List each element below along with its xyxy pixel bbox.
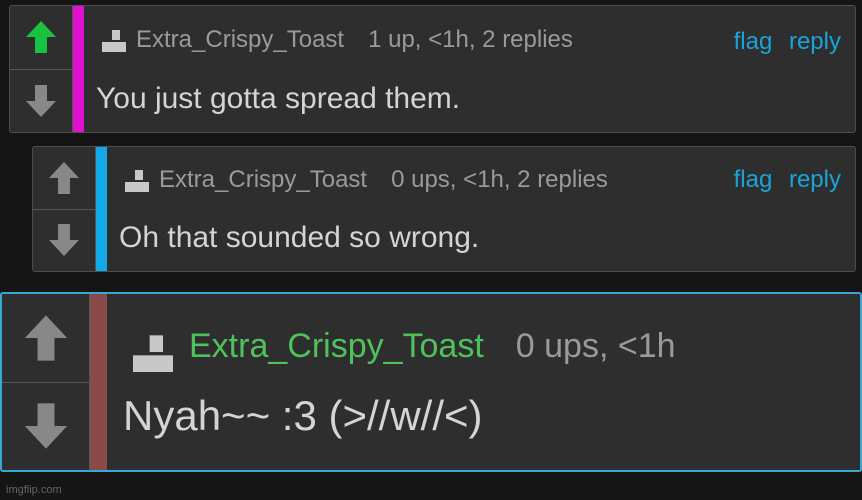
arrow-up-icon (49, 161, 79, 194)
arrow-down-icon (49, 224, 79, 257)
arrow-up-icon (24, 315, 67, 361)
vote-column (10, 6, 73, 132)
comment-meta: Extra_Crispy_Toast 0 ups, <1h, 2 replies (125, 166, 608, 194)
comment-stats: 0 ups, <1h, 2 replies (391, 166, 608, 193)
downvote-button[interactable] (10, 68, 72, 133)
flag-link[interactable]: flag (734, 28, 773, 55)
comment-text: You just gotta spread them. (96, 82, 461, 115)
upvote-button[interactable] (33, 147, 95, 209)
reply-link[interactable]: reply (789, 28, 841, 55)
user-avatar-icon (102, 30, 126, 52)
thread-depth-stripe (73, 6, 84, 132)
arrow-down-icon (24, 403, 67, 449)
username-link[interactable]: Extra_Crispy_Toast (136, 26, 344, 54)
upvote-button[interactable] (2, 294, 89, 382)
downvote-button[interactable] (2, 381, 89, 471)
downvote-button[interactable] (33, 208, 95, 272)
comment-actions: flag reply (734, 28, 841, 56)
comment: Extra_Crispy_Toast 0 ups, <1h, 2 replies… (32, 146, 856, 272)
comment-body: Extra_Crispy_Toast 0 ups, <1h Nyah~~ :3 … (107, 294, 860, 470)
comment-meta: Extra_Crispy_Toast 1 up, <1h, 2 replies (102, 26, 573, 54)
upvote-button[interactable] (10, 6, 72, 69)
comment-body: Extra_Crispy_Toast 1 up, <1h, 2 replies … (84, 6, 855, 132)
flag-link[interactable]: flag (734, 166, 773, 193)
reply-link[interactable]: reply (789, 166, 841, 193)
comment: Extra_Crispy_Toast 1 up, <1h, 2 replies … (9, 5, 856, 133)
comment-actions: flag reply (734, 166, 841, 194)
comment-body: Extra_Crispy_Toast 0 ups, <1h, 2 replies… (107, 147, 855, 271)
thread-depth-stripe (90, 294, 107, 470)
vote-column (33, 147, 96, 271)
username-link[interactable]: Extra_Crispy_Toast (159, 166, 367, 194)
watermark: imgflip.com (6, 484, 62, 496)
thread-depth-stripe (96, 147, 107, 271)
comment-stats: 1 up, <1h, 2 replies (368, 26, 573, 53)
user-avatar-icon (133, 335, 173, 372)
arrow-down-icon (26, 84, 56, 117)
comment-text: Oh that sounded so wrong. (119, 221, 480, 254)
username-link[interactable]: Extra_Crispy_Toast (189, 327, 484, 366)
user-avatar-icon (125, 170, 149, 192)
vote-column (2, 294, 90, 470)
comment-meta: Extra_Crispy_Toast 0 ups, <1h (133, 320, 676, 372)
comment-highlighted: Extra_Crispy_Toast 0 ups, <1h Nyah~~ :3 … (0, 292, 862, 472)
arrow-up-icon (26, 21, 56, 54)
comment-text: Nyah~~ :3 (>//w//<) (123, 392, 483, 439)
comment-stats: 0 ups, <1h (515, 326, 676, 365)
